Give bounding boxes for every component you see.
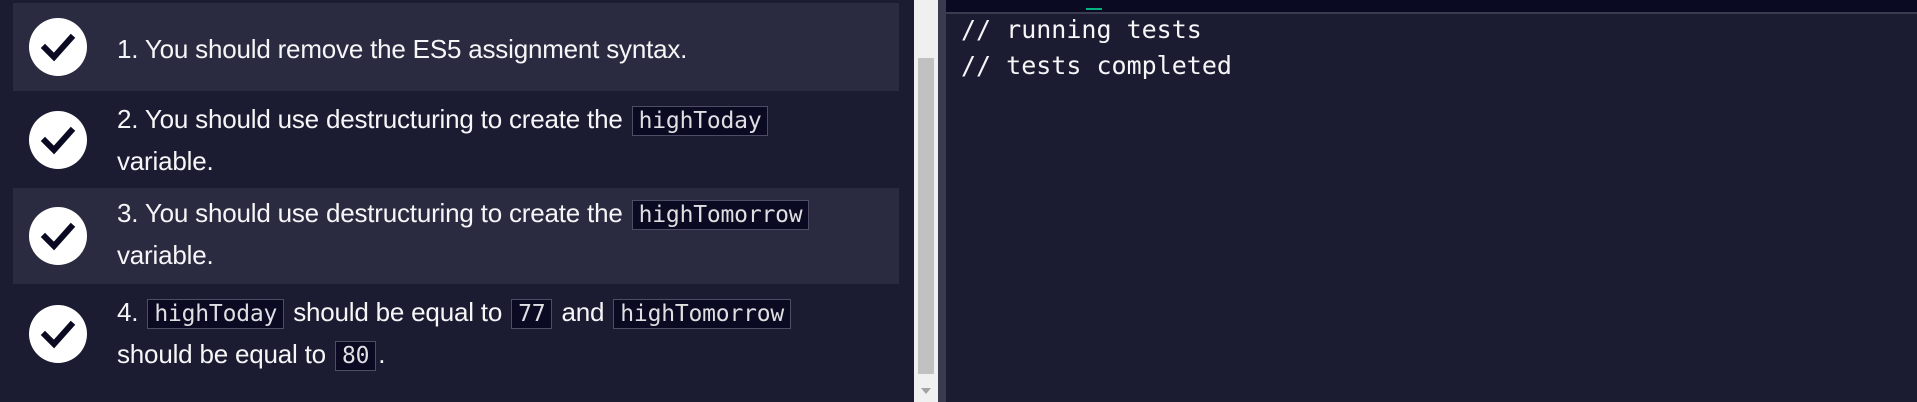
console-header-accent xyxy=(1086,8,1102,10)
console-panel: // running tests // tests completed xyxy=(946,0,1917,402)
inline-code: highTomorrow xyxy=(631,200,810,230)
pane-resize-divider[interactable] xyxy=(938,0,946,402)
checkmark-circle-icon xyxy=(29,207,87,265)
test-number: 3. xyxy=(117,198,139,228)
inline-code: 80 xyxy=(334,341,377,371)
inline-code: highTomorrow xyxy=(613,299,792,329)
checkmark-circle-icon xyxy=(29,305,87,363)
test-row-1: 1. You should remove the ES5 assignment … xyxy=(13,3,899,91)
console-output: // running tests // tests completed xyxy=(961,12,1232,84)
test-text: You should use destructuring to create t… xyxy=(144,104,623,134)
checkmark-circle-icon xyxy=(29,18,87,76)
test-text: variable. xyxy=(117,146,214,176)
test-description: 4. highToday should be equal to 77 and h… xyxy=(117,292,879,376)
test-text: . xyxy=(378,339,386,369)
console-line: // tests completed xyxy=(961,51,1232,80)
test-results-panel: 1. You should remove the ES5 assignment … xyxy=(0,0,914,402)
test-text: and xyxy=(561,297,605,327)
test-number: 4. xyxy=(117,297,139,327)
test-number: 1. xyxy=(117,34,139,64)
scroll-down-arrow-icon[interactable] xyxy=(921,388,931,394)
test-text: You should use destructuring to create t… xyxy=(144,198,623,228)
scrollbar-thumb[interactable] xyxy=(918,58,934,374)
test-description: 2. You should use destructuring to creat… xyxy=(117,99,879,181)
test-description: 3. You should use destructuring to creat… xyxy=(117,193,879,275)
test-text: variable. xyxy=(117,240,214,270)
test-row-2: 2. You should use destructuring to creat… xyxy=(13,91,899,188)
console-line: // running tests xyxy=(961,15,1202,44)
test-row-3: 3. You should use destructuring to creat… xyxy=(13,188,899,284)
checkmark-circle-icon xyxy=(29,110,87,169)
inline-code: 77 xyxy=(511,299,553,329)
test-panel-scrollbar[interactable] xyxy=(914,0,938,402)
test-text: should be equal to xyxy=(293,297,503,327)
inline-code: highToday xyxy=(147,299,285,329)
test-number: 2. xyxy=(117,104,139,134)
inline-code: highToday xyxy=(631,106,769,136)
test-text: should be equal to xyxy=(117,339,326,369)
test-text: You should remove the ES5 assignment syn… xyxy=(144,34,688,64)
app-root: 1. You should remove the ES5 assignment … xyxy=(0,0,1917,402)
test-row-4: 4. highToday should be equal to 77 and h… xyxy=(13,284,899,384)
test-description: 1. You should remove the ES5 assignment … xyxy=(117,29,879,69)
